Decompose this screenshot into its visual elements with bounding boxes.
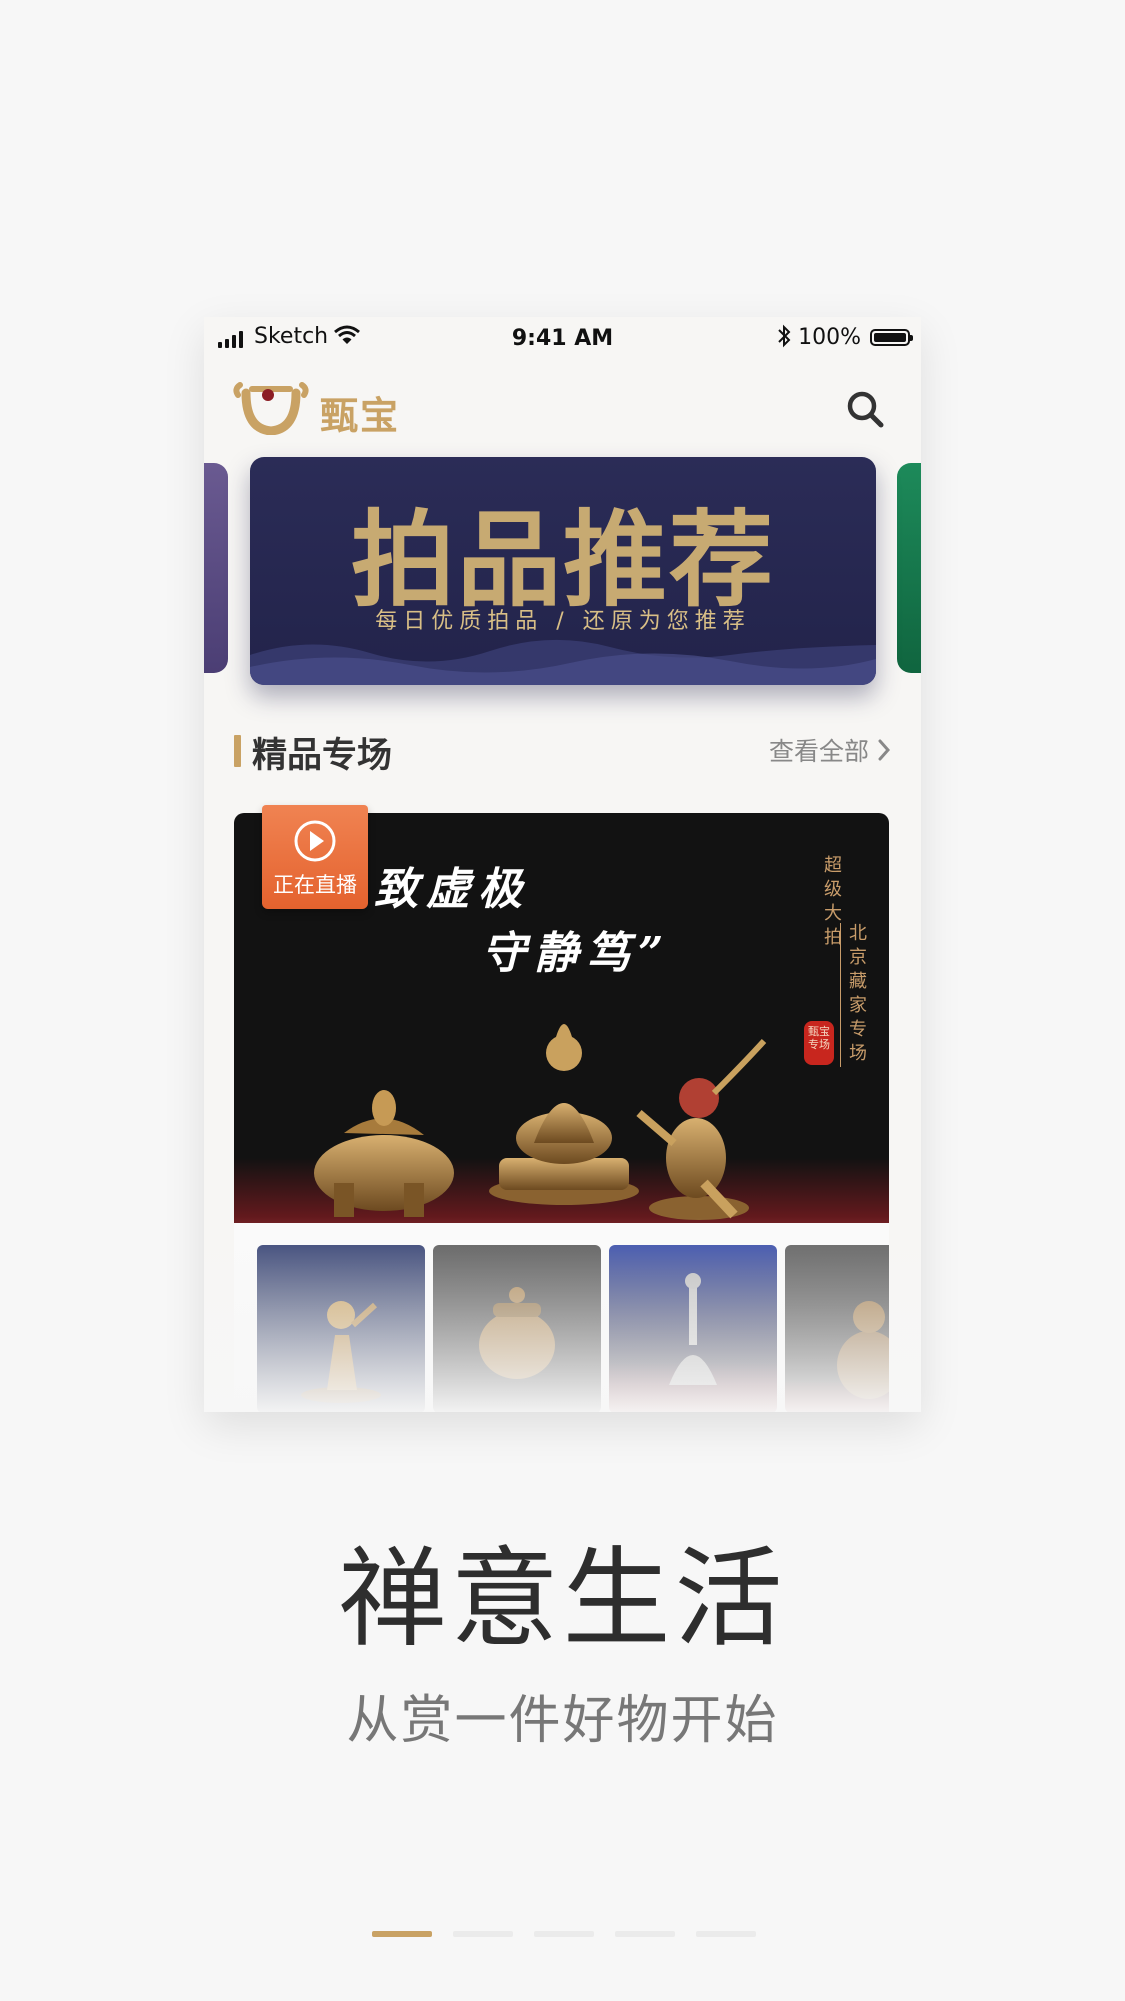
chevron-right-icon bbox=[878, 739, 891, 761]
battery-icon bbox=[870, 329, 913, 346]
banner-card-next[interactable] bbox=[897, 463, 921, 673]
search-icon[interactable] bbox=[841, 385, 891, 435]
app-logo[interactable]: 甄宝 bbox=[232, 379, 432, 438]
bluetooth-icon bbox=[778, 324, 791, 348]
page-indicator-dot-1[interactable] bbox=[372, 1931, 432, 1937]
view-all-link[interactable]: 查看全部 bbox=[769, 732, 891, 768]
lot-thumbnail[interactable] bbox=[257, 1245, 425, 1412]
logo-text: 甄宝 bbox=[320, 393, 401, 438]
phone-mockup: Sketch 9:41 AM 100% 甄宝 拍品推荐 每日优质拍品 / 还原为 bbox=[204, 317, 921, 1412]
onboarding-tagline: 从赏一件好物开始 bbox=[346, 1691, 779, 1751]
poem-line-2: 守静笃” bbox=[482, 928, 672, 979]
event-name-vertical: 北京藏家专场 bbox=[840, 923, 869, 1067]
page-indicator bbox=[372, 1931, 756, 1937]
recommendation-banner[interactable]: 拍品推荐 每日优质拍品 / 还原为您推荐 bbox=[250, 457, 876, 685]
onboarding-headline: 禅意生活 bbox=[338, 1537, 787, 1662]
page-indicator-dot-5[interactable] bbox=[696, 1931, 756, 1937]
lot-thumbnail[interactable] bbox=[433, 1245, 601, 1412]
lot-thumbnails bbox=[234, 1223, 889, 1412]
section-accent-bar bbox=[234, 735, 241, 767]
red-seal-stamp: 甄宝专场 bbox=[804, 1021, 834, 1065]
live-now-badge[interactable]: 正在直播 bbox=[262, 805, 368, 909]
play-icon bbox=[294, 820, 336, 862]
live-now-label: 正在直播 bbox=[273, 873, 357, 897]
banner-card-previous[interactable] bbox=[204, 463, 228, 673]
page-indicator-dot-4[interactable] bbox=[615, 1931, 675, 1937]
lot-thumbnail[interactable] bbox=[609, 1245, 777, 1412]
battery-percent: 100% bbox=[798, 325, 861, 350]
page-indicator-dot-3[interactable] bbox=[534, 1931, 594, 1937]
page-indicator-dot-2[interactable] bbox=[453, 1931, 513, 1937]
section-title: 精品专场 bbox=[252, 736, 393, 776]
logo-mark-icon bbox=[233, 382, 309, 435]
view-all-label: 查看全部 bbox=[768, 737, 869, 766]
status-bar: Sketch 9:41 AM 100% bbox=[204, 317, 921, 363]
banner-waves-decoration bbox=[250, 639, 876, 685]
lot-thumbnail[interactable] bbox=[785, 1245, 889, 1412]
poem-line-1: 致虚极 bbox=[374, 864, 530, 915]
